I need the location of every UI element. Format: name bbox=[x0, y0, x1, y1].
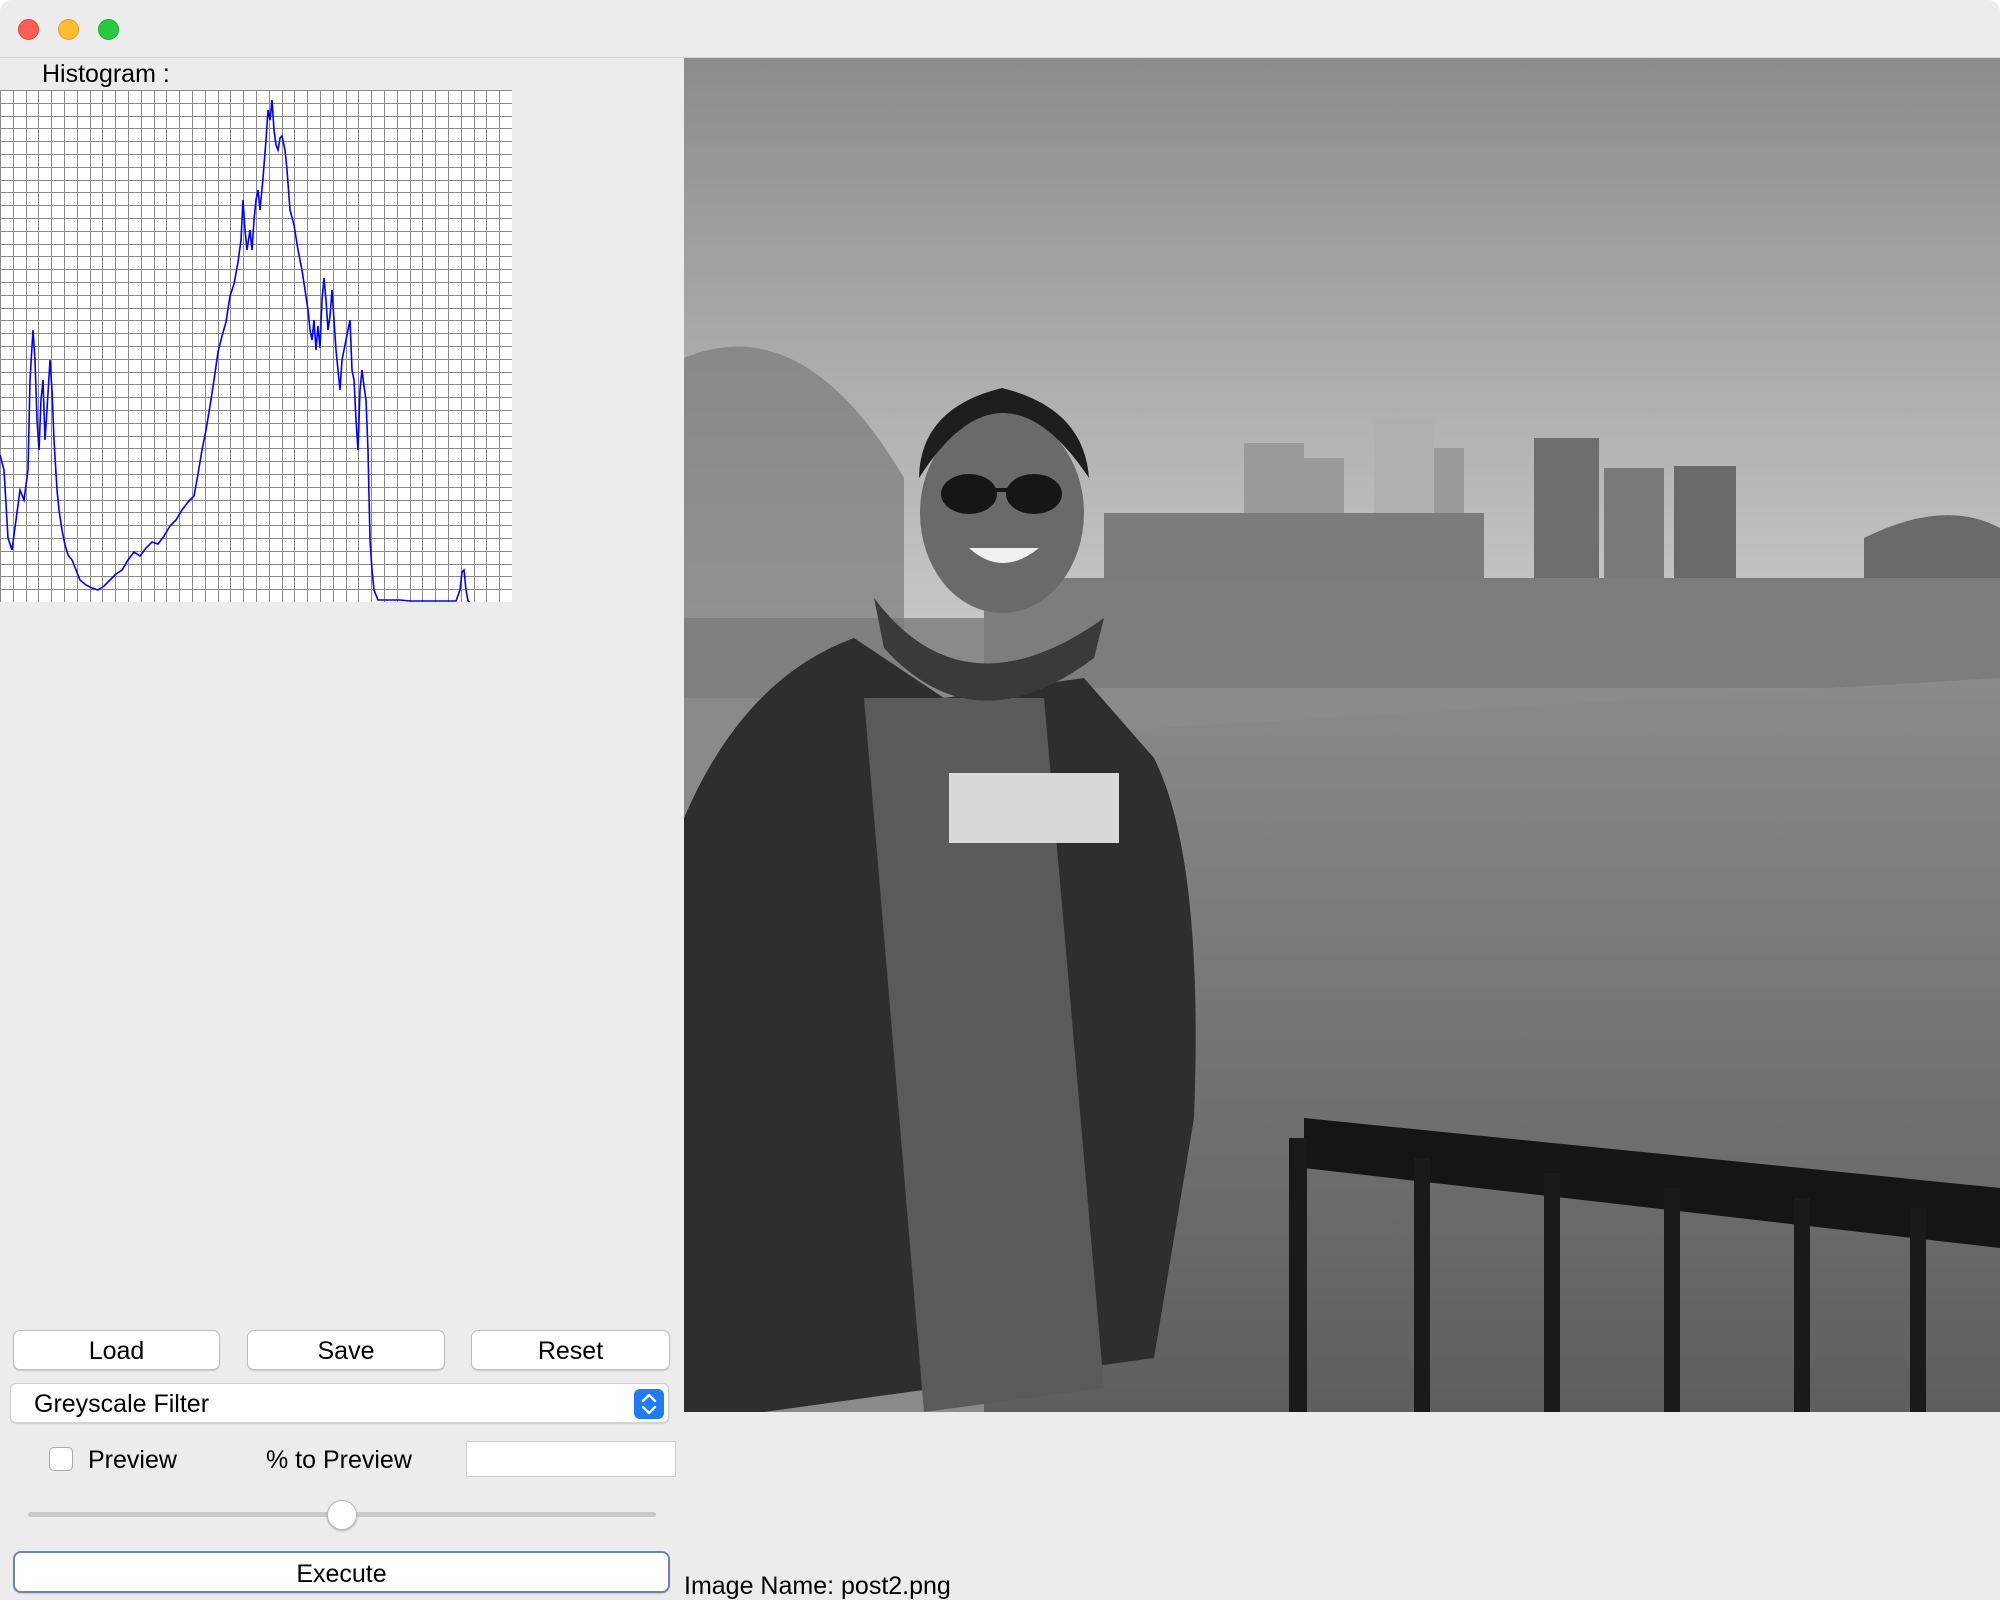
zoom-window-button[interactable] bbox=[98, 19, 119, 40]
preview-checkbox[interactable] bbox=[49, 1447, 73, 1471]
app-window: Histogram : Load Save Reset Greyscale Fi… bbox=[0, 0, 2000, 1600]
close-window-button[interactable] bbox=[18, 19, 39, 40]
percent-to-preview-label: % to Preview bbox=[266, 1446, 412, 1474]
title-bar bbox=[0, 0, 2000, 58]
filter-select[interactable]: Greyscale Filter bbox=[10, 1383, 669, 1423]
filter-select-value: Greyscale Filter bbox=[34, 1390, 210, 1418]
updown-chevron-icon[interactable] bbox=[634, 1389, 664, 1419]
preview-checkbox-label: Preview bbox=[88, 1446, 177, 1474]
image-name-label: Image Name: post2.png bbox=[684, 1572, 951, 1600]
load-button[interactable]: Load bbox=[13, 1330, 220, 1370]
image-preview bbox=[684, 58, 2000, 1412]
histogram-grid bbox=[0, 90, 512, 602]
histogram-curve bbox=[0, 99, 471, 602]
photo-greyscale bbox=[684, 58, 2000, 1412]
save-button[interactable]: Save bbox=[247, 1330, 445, 1370]
histogram-chart bbox=[0, 90, 512, 602]
minimize-window-button[interactable] bbox=[58, 19, 79, 40]
preview-slider-thumb[interactable] bbox=[327, 1500, 357, 1530]
histogram-svg bbox=[0, 90, 512, 602]
percent-to-preview-input[interactable] bbox=[466, 1441, 676, 1477]
reset-button[interactable]: Reset bbox=[471, 1330, 670, 1370]
histogram-label: Histogram : bbox=[42, 60, 170, 88]
execute-button[interactable]: Execute bbox=[13, 1551, 670, 1593]
